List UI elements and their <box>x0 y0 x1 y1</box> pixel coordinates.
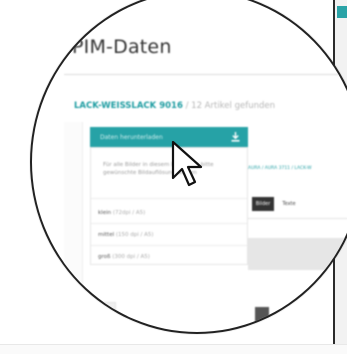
product-name[interactable]: LACK-WEISSLACK 9016 <box>74 101 183 111</box>
tab-texte[interactable]: Texte <box>278 197 300 211</box>
left-column <box>64 122 83 322</box>
mouse-pointer-icon <box>171 140 203 187</box>
menu-divider <box>91 198 247 199</box>
title-divider <box>64 74 339 75</box>
option-quality: (150 dpi / A5) <box>115 232 154 238</box>
menu-item-medium[interactable]: mittel (150 dpi / A5) <box>98 232 154 238</box>
download-data-button[interactable]: Daten herunterladen <box>90 127 248 147</box>
product-separator: / <box>185 101 189 111</box>
menu-item-large[interactable]: groß (300 dpi / A5) <box>98 254 150 260</box>
content-header-band <box>248 238 347 270</box>
tab-bilder[interactable]: Bilder <box>252 197 274 211</box>
download-icon <box>231 132 240 142</box>
option-quality: (300 dpi / A5) <box>112 254 150 260</box>
image-thumbnail[interactable] <box>255 307 269 332</box>
image-thumbnail[interactable] <box>94 302 116 332</box>
option-label: mittel <box>98 232 115 238</box>
tab-divider <box>248 218 347 219</box>
option-label: groß <box>98 254 111 260</box>
page-title: PIM-Daten <box>72 36 172 58</box>
download-button-label: Daten herunterladen <box>100 133 163 141</box>
breadcrumb[interactable]: AURA / AURA 3711 / LACK-W <box>248 166 312 171</box>
option-label: klein <box>98 210 112 216</box>
menu-divider <box>91 223 247 224</box>
menu-divider <box>91 245 247 246</box>
product-header: LACK-WEISSLACK 9016 / 12 Artikel gefunde… <box>74 101 275 111</box>
menu-item-small[interactable]: klein (72dpi / A5) <box>98 210 145 216</box>
result-count: 12 Artikel gefunden <box>191 101 275 111</box>
option-quality: (72dpi / A5) <box>112 210 146 216</box>
download-dropdown-menu: Für alle Bilder in diesem Datensatz bitt… <box>90 147 248 265</box>
